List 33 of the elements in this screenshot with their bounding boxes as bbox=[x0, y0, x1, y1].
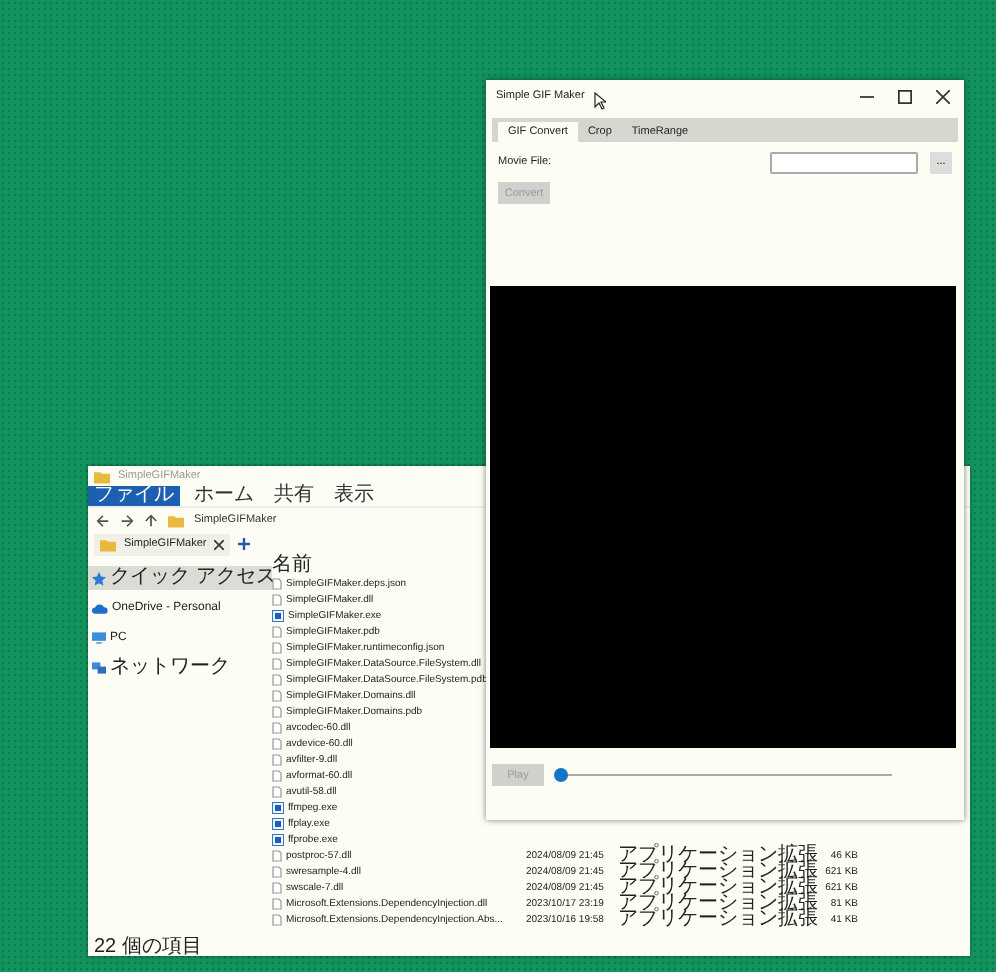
slider-thumb[interactable] bbox=[554, 768, 568, 782]
back-arrow-icon[interactable] bbox=[96, 513, 110, 527]
up-arrow-icon[interactable] bbox=[144, 513, 158, 527]
file-type: アプリケーション拡張 bbox=[618, 912, 818, 928]
ribbon-tab[interactable]: ファイル bbox=[88, 486, 180, 506]
file-type: アプリケーション拡張 bbox=[618, 848, 818, 864]
monitor-icon bbox=[92, 632, 106, 644]
application-icon bbox=[272, 834, 284, 846]
column-header[interactable]: 名前 bbox=[272, 556, 312, 576]
plus-icon[interactable] bbox=[238, 538, 251, 550]
nav-item[interactable]: ネットワーク bbox=[88, 656, 272, 680]
ribbon-tab[interactable]: ホーム bbox=[188, 486, 260, 506]
application-icon bbox=[272, 818, 284, 830]
input-field[interactable] bbox=[770, 151, 918, 173]
cloud-icon bbox=[92, 603, 108, 613]
file-type: アプリケーション拡張 bbox=[618, 896, 818, 912]
status-text: 22 個の項目 bbox=[94, 937, 202, 957]
file-type: アプリケーション拡張 bbox=[618, 864, 818, 880]
star-icon bbox=[92, 571, 106, 585]
forward-arrow-icon[interactable] bbox=[120, 513, 134, 527]
close-icon[interactable] bbox=[936, 89, 950, 103]
ribbon-tab[interactable]: 表示 bbox=[328, 486, 380, 506]
nav-item[interactable]: クイック アクセス bbox=[88, 566, 272, 590]
folder-icon bbox=[168, 513, 184, 527]
application-icon bbox=[272, 610, 284, 622]
close-icon[interactable] bbox=[214, 539, 225, 549]
application-icon bbox=[272, 802, 284, 814]
ribbon-tab[interactable]: 共有 bbox=[268, 486, 320, 506]
mouse-cursor-icon bbox=[594, 92, 606, 110]
file-type: アプリケーション拡張 bbox=[618, 880, 818, 896]
folder-icon bbox=[100, 537, 116, 551]
network-icon bbox=[92, 662, 106, 674]
maximize-icon[interactable] bbox=[898, 89, 912, 103]
